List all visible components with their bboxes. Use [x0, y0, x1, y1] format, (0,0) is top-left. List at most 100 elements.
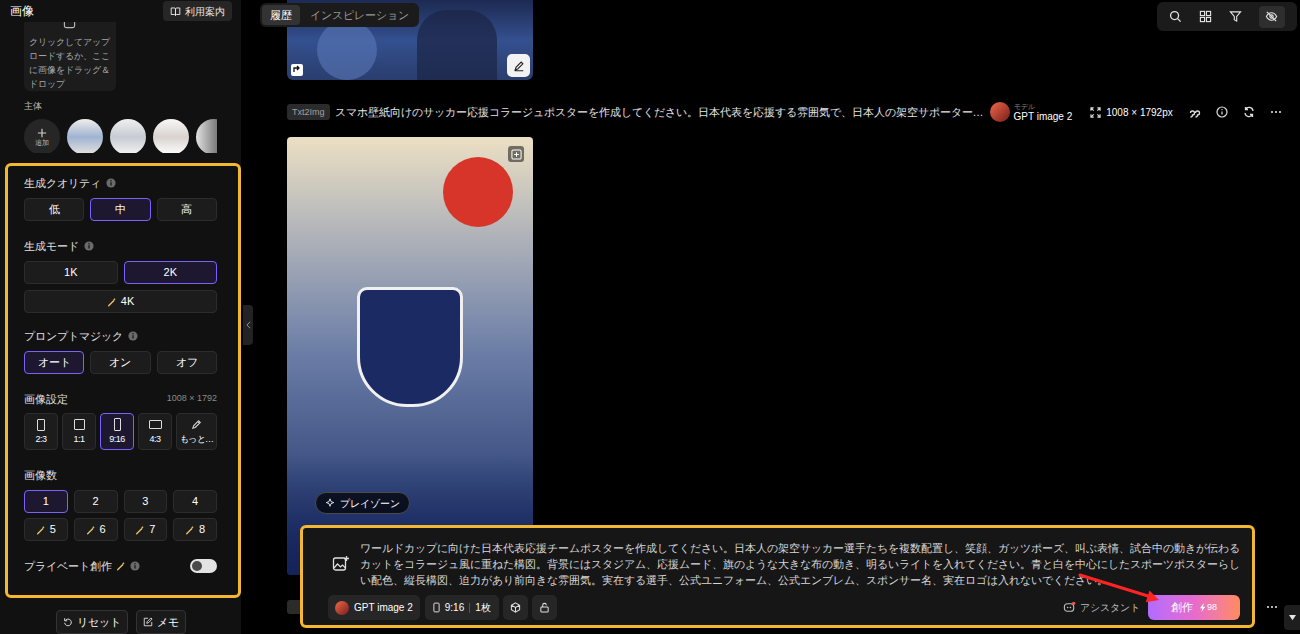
create-button[interactable]: 創作 98	[1148, 595, 1240, 620]
option-button[interactable]: 4	[173, 490, 217, 513]
hide-button[interactable]	[1259, 6, 1285, 28]
view-tab[interactable]: インスピレーション	[302, 5, 417, 25]
option-group: 低中高	[24, 198, 217, 221]
ratio-option[interactable]: 4:3	[138, 413, 172, 450]
section-label: 生成モード	[24, 239, 217, 253]
ratio-count-selector[interactable]: 9:16 1枚	[425, 595, 499, 620]
info-icon[interactable]	[130, 561, 140, 571]
panel-actions: リセットメモ	[56, 610, 241, 634]
more-icon[interactable]	[1266, 601, 1278, 613]
option-button[interactable]: 1K	[24, 261, 118, 284]
edit-button[interactable]	[507, 54, 530, 77]
reset-button[interactable]: リセット	[56, 610, 128, 634]
panel-title: 画像	[10, 2, 34, 20]
lock-open-icon	[539, 602, 550, 613]
option-button[interactable]: 2K	[124, 261, 218, 284]
ratio-option[interactable]: 1:1	[62, 413, 96, 450]
option-button[interactable]: 2	[74, 490, 118, 513]
guide-button[interactable]: 利用案内	[163, 1, 232, 21]
section-label: 画像設定	[24, 392, 68, 406]
view-tabs: 履歴インスピレーション	[260, 3, 419, 27]
image-add-icon[interactable]	[332, 555, 350, 573]
option-button[interactable]: 6	[74, 518, 118, 541]
info-icon[interactable]	[84, 241, 94, 251]
section-label: 生成クオリティ	[24, 176, 217, 190]
memo-icon	[143, 617, 153, 627]
filter-icon[interactable]	[1229, 10, 1242, 23]
ratio-option[interactable]: 2:3	[24, 413, 58, 450]
option-button[interactable]: 8	[173, 518, 217, 541]
option-button[interactable]: 5	[24, 518, 68, 541]
add-to-canvas-button[interactable]	[508, 146, 524, 162]
entry-header: Txt2Img スマホ壁紙向けのサッカー応援コラージュポスターを作成してください…	[287, 100, 1278, 124]
lock-button[interactable]	[532, 595, 557, 620]
book-icon	[170, 6, 181, 17]
scroll-down-button[interactable]	[1284, 605, 1300, 630]
option-button[interactable]: 3	[124, 490, 168, 513]
remix-icon[interactable]	[290, 63, 304, 77]
subject-avatar[interactable]	[110, 119, 146, 153]
ratio-shape-icon	[37, 418, 45, 431]
add-subject-button[interactable]: 追加	[24, 119, 60, 153]
option-button[interactable]: 4K	[24, 290, 217, 313]
ratio-option[interactable]: もっと…	[176, 413, 217, 450]
view-tab[interactable]: 履歴	[262, 5, 300, 25]
model-info: モデル GPT image 2	[990, 102, 1073, 123]
entry-prompt[interactable]: スマホ壁紙向けのサッカー応援コラージュポスターを作成してください。日本代表を応援…	[335, 104, 980, 121]
ratio-group: 2:31:19:164:3もっと…	[24, 413, 217, 450]
cube-icon	[510, 602, 521, 613]
memo-button[interactable]: メモ	[136, 610, 186, 634]
option-button[interactable]: オート	[24, 351, 84, 374]
premium-icon	[116, 561, 126, 571]
premium-icon	[135, 525, 145, 535]
option-button[interactable]: 中	[90, 198, 150, 221]
option-button[interactable]: オフ	[157, 351, 217, 374]
subject-avatar[interactable]	[153, 119, 189, 153]
option-button[interactable]: オン	[90, 351, 150, 374]
model-selector[interactable]: GPT image 2	[328, 595, 420, 620]
style-button[interactable]	[503, 595, 528, 620]
more-icon[interactable]	[1270, 106, 1282, 118]
expand-icon	[1090, 107, 1101, 118]
pen-icon	[513, 60, 525, 72]
info-icon[interactable]	[128, 331, 138, 341]
generated-image[interactable]: プレイゾーン	[287, 137, 533, 575]
premium-icon	[107, 297, 117, 307]
option-group: 1K 2K 4K	[24, 261, 217, 313]
ratio-option[interactable]: 9:16	[100, 413, 134, 450]
private-row: プライベート創作	[24, 559, 217, 573]
image-size-readout: 1008 × 1792	[167, 392, 217, 406]
regenerate-icon[interactable]	[1243, 106, 1255, 118]
type-badge: Txt2Img	[287, 104, 330, 120]
upload-hint: クリックしてアップロードするか、ここに画像をドラッグ＆ドロップ	[29, 35, 111, 91]
settings-panel: 画像 利用案内 クリックしてアップロードするか、ここに画像をドラッグ＆ドロップ …	[0, 0, 241, 634]
collapse-handle[interactable]	[243, 305, 253, 345]
playzone-button[interactable]: プレイゾーン	[315, 492, 410, 514]
option-button[interactable]: 高	[157, 198, 217, 221]
reset-icon	[63, 617, 73, 627]
image-size: 1008 × 1792px	[1090, 105, 1172, 120]
ratio-shape-icon	[149, 418, 162, 431]
info-icon[interactable]	[1216, 106, 1228, 118]
info-icon[interactable]	[106, 178, 116, 188]
toolbar	[1157, 2, 1297, 31]
option-button[interactable]: 低	[24, 198, 84, 221]
generation-settings: 生成クオリティ低中高生成モード 1K 2K 4K プロンプトマジックオートオンオフ画像設…	[5, 163, 241, 598]
upload-box[interactable]: クリックしてアップロードするか、ここに画像をドラッグ＆ドロップ	[24, 22, 116, 91]
subject-avatar[interactable]	[196, 119, 217, 153]
chevron-left-icon	[246, 321, 251, 329]
assistant-icon	[1063, 601, 1076, 614]
subject-avatar[interactable]	[67, 119, 103, 153]
phone-icon	[433, 602, 440, 613]
prompt-input[interactable]: ワールドカップに向けた日本代表応援チームポスターを作成してください。日本人の架空…	[360, 540, 1240, 588]
option-button[interactable]: 7	[124, 518, 168, 541]
section-label: プロンプトマジック	[24, 329, 217, 343]
option-button[interactable]: 1	[24, 490, 68, 513]
premium-icon	[86, 525, 96, 535]
private-toggle[interactable]	[190, 559, 217, 573]
assistant-button[interactable]: アシスタント	[1063, 600, 1140, 615]
grid-icon[interactable]	[1199, 10, 1212, 23]
quote-icon[interactable]	[1189, 106, 1201, 118]
ratio-shape-icon	[191, 418, 202, 431]
search-icon[interactable]	[1169, 10, 1182, 23]
